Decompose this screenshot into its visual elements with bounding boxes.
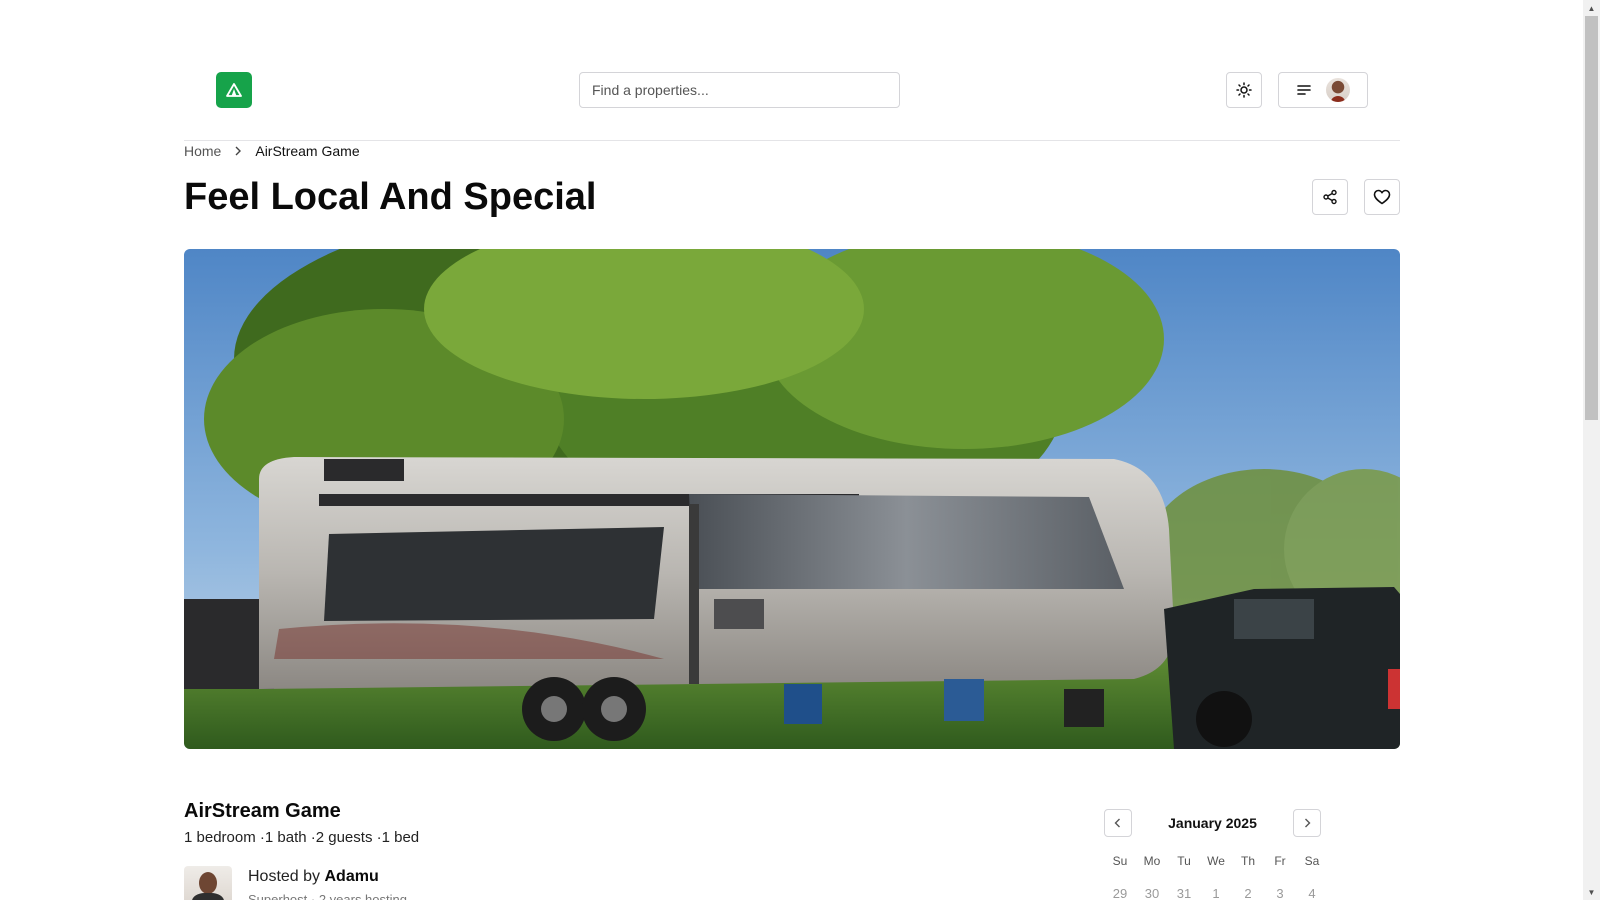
listing-name: AirStream Game [184, 800, 341, 822]
weekday-label: Sa [1304, 854, 1320, 868]
hosted-by-label: Hosted by [248, 868, 321, 885]
weekday-label: Tu [1177, 854, 1191, 868]
breadcrumb-current: AirStream Game [255, 143, 360, 159]
chevron-right-icon [1305, 818, 1311, 828]
host-subtitle: Superhost · 2 years hosting [248, 892, 407, 900]
weekday-label: Th [1240, 854, 1255, 868]
page-title: Feel Local And Special [184, 176, 597, 218]
heart-icon [1373, 189, 1391, 205]
calendar-dates-row: 29 30 31 1 2 3 4 [1104, 886, 1321, 900]
calendar-date[interactable]: 29 [1104, 886, 1136, 900]
host-avatar [184, 866, 232, 900]
host-name: Adamu [324, 868, 379, 885]
calendar-date[interactable]: 1 [1200, 886, 1232, 900]
hosted-by-text: Hosted by Adamu [248, 868, 379, 886]
header-divider [184, 140, 1400, 141]
property-hero-image[interactable] [184, 249, 1400, 749]
calendar-prev-button[interactable] [1104, 809, 1132, 837]
weekday-label: We [1207, 854, 1225, 868]
calendar-month: January 2025 [1168, 815, 1257, 831]
user-avatar [1326, 78, 1350, 102]
theme-toggle-button[interactable] [1226, 72, 1262, 108]
scrollbar-thumb[interactable] [1585, 16, 1598, 420]
calendar-date[interactable]: 4 [1296, 886, 1328, 900]
tent-icon [226, 83, 242, 97]
site-header [184, 72, 1400, 108]
share-icon [1323, 189, 1337, 205]
listing-details: 1 bedroom ·1 bath ·2 guests ·1 bed [184, 829, 420, 846]
chevron-right-icon [235, 146, 242, 156]
search-input[interactable] [579, 72, 900, 108]
favorite-button[interactable] [1364, 179, 1400, 215]
calendar-date[interactable]: 2 [1232, 886, 1264, 900]
chevron-left-icon [1114, 818, 1120, 828]
logo-button[interactable] [216, 72, 252, 108]
user-menu-button[interactable] [1278, 72, 1368, 108]
sun-icon [1236, 82, 1252, 98]
calendar-date[interactable]: 30 [1136, 886, 1168, 900]
calendar-next-button[interactable] [1293, 809, 1321, 837]
weekday-label: Su [1112, 854, 1128, 868]
breadcrumb-home-link[interactable]: Home [184, 143, 221, 159]
calendar-date[interactable]: 3 [1264, 886, 1296, 900]
breadcrumb: Home AirStream Game [184, 143, 360, 159]
weekday-label: Mo [1143, 854, 1161, 868]
weekday-label: Fr [1274, 854, 1286, 868]
rv-campsite-photo [184, 249, 1400, 749]
calendar-weekdays: Su Mo Tu We Th Fr Sa [1104, 854, 1321, 868]
scroll-down-arrow[interactable]: ▼ [1583, 884, 1600, 900]
share-button[interactable] [1312, 179, 1348, 215]
page-scrollbar[interactable]: ▲ ▼ [1583, 0, 1600, 900]
calendar-date[interactable]: 31 [1168, 886, 1200, 900]
menu-icon [1297, 85, 1311, 95]
scroll-up-arrow[interactable]: ▲ [1583, 0, 1600, 16]
